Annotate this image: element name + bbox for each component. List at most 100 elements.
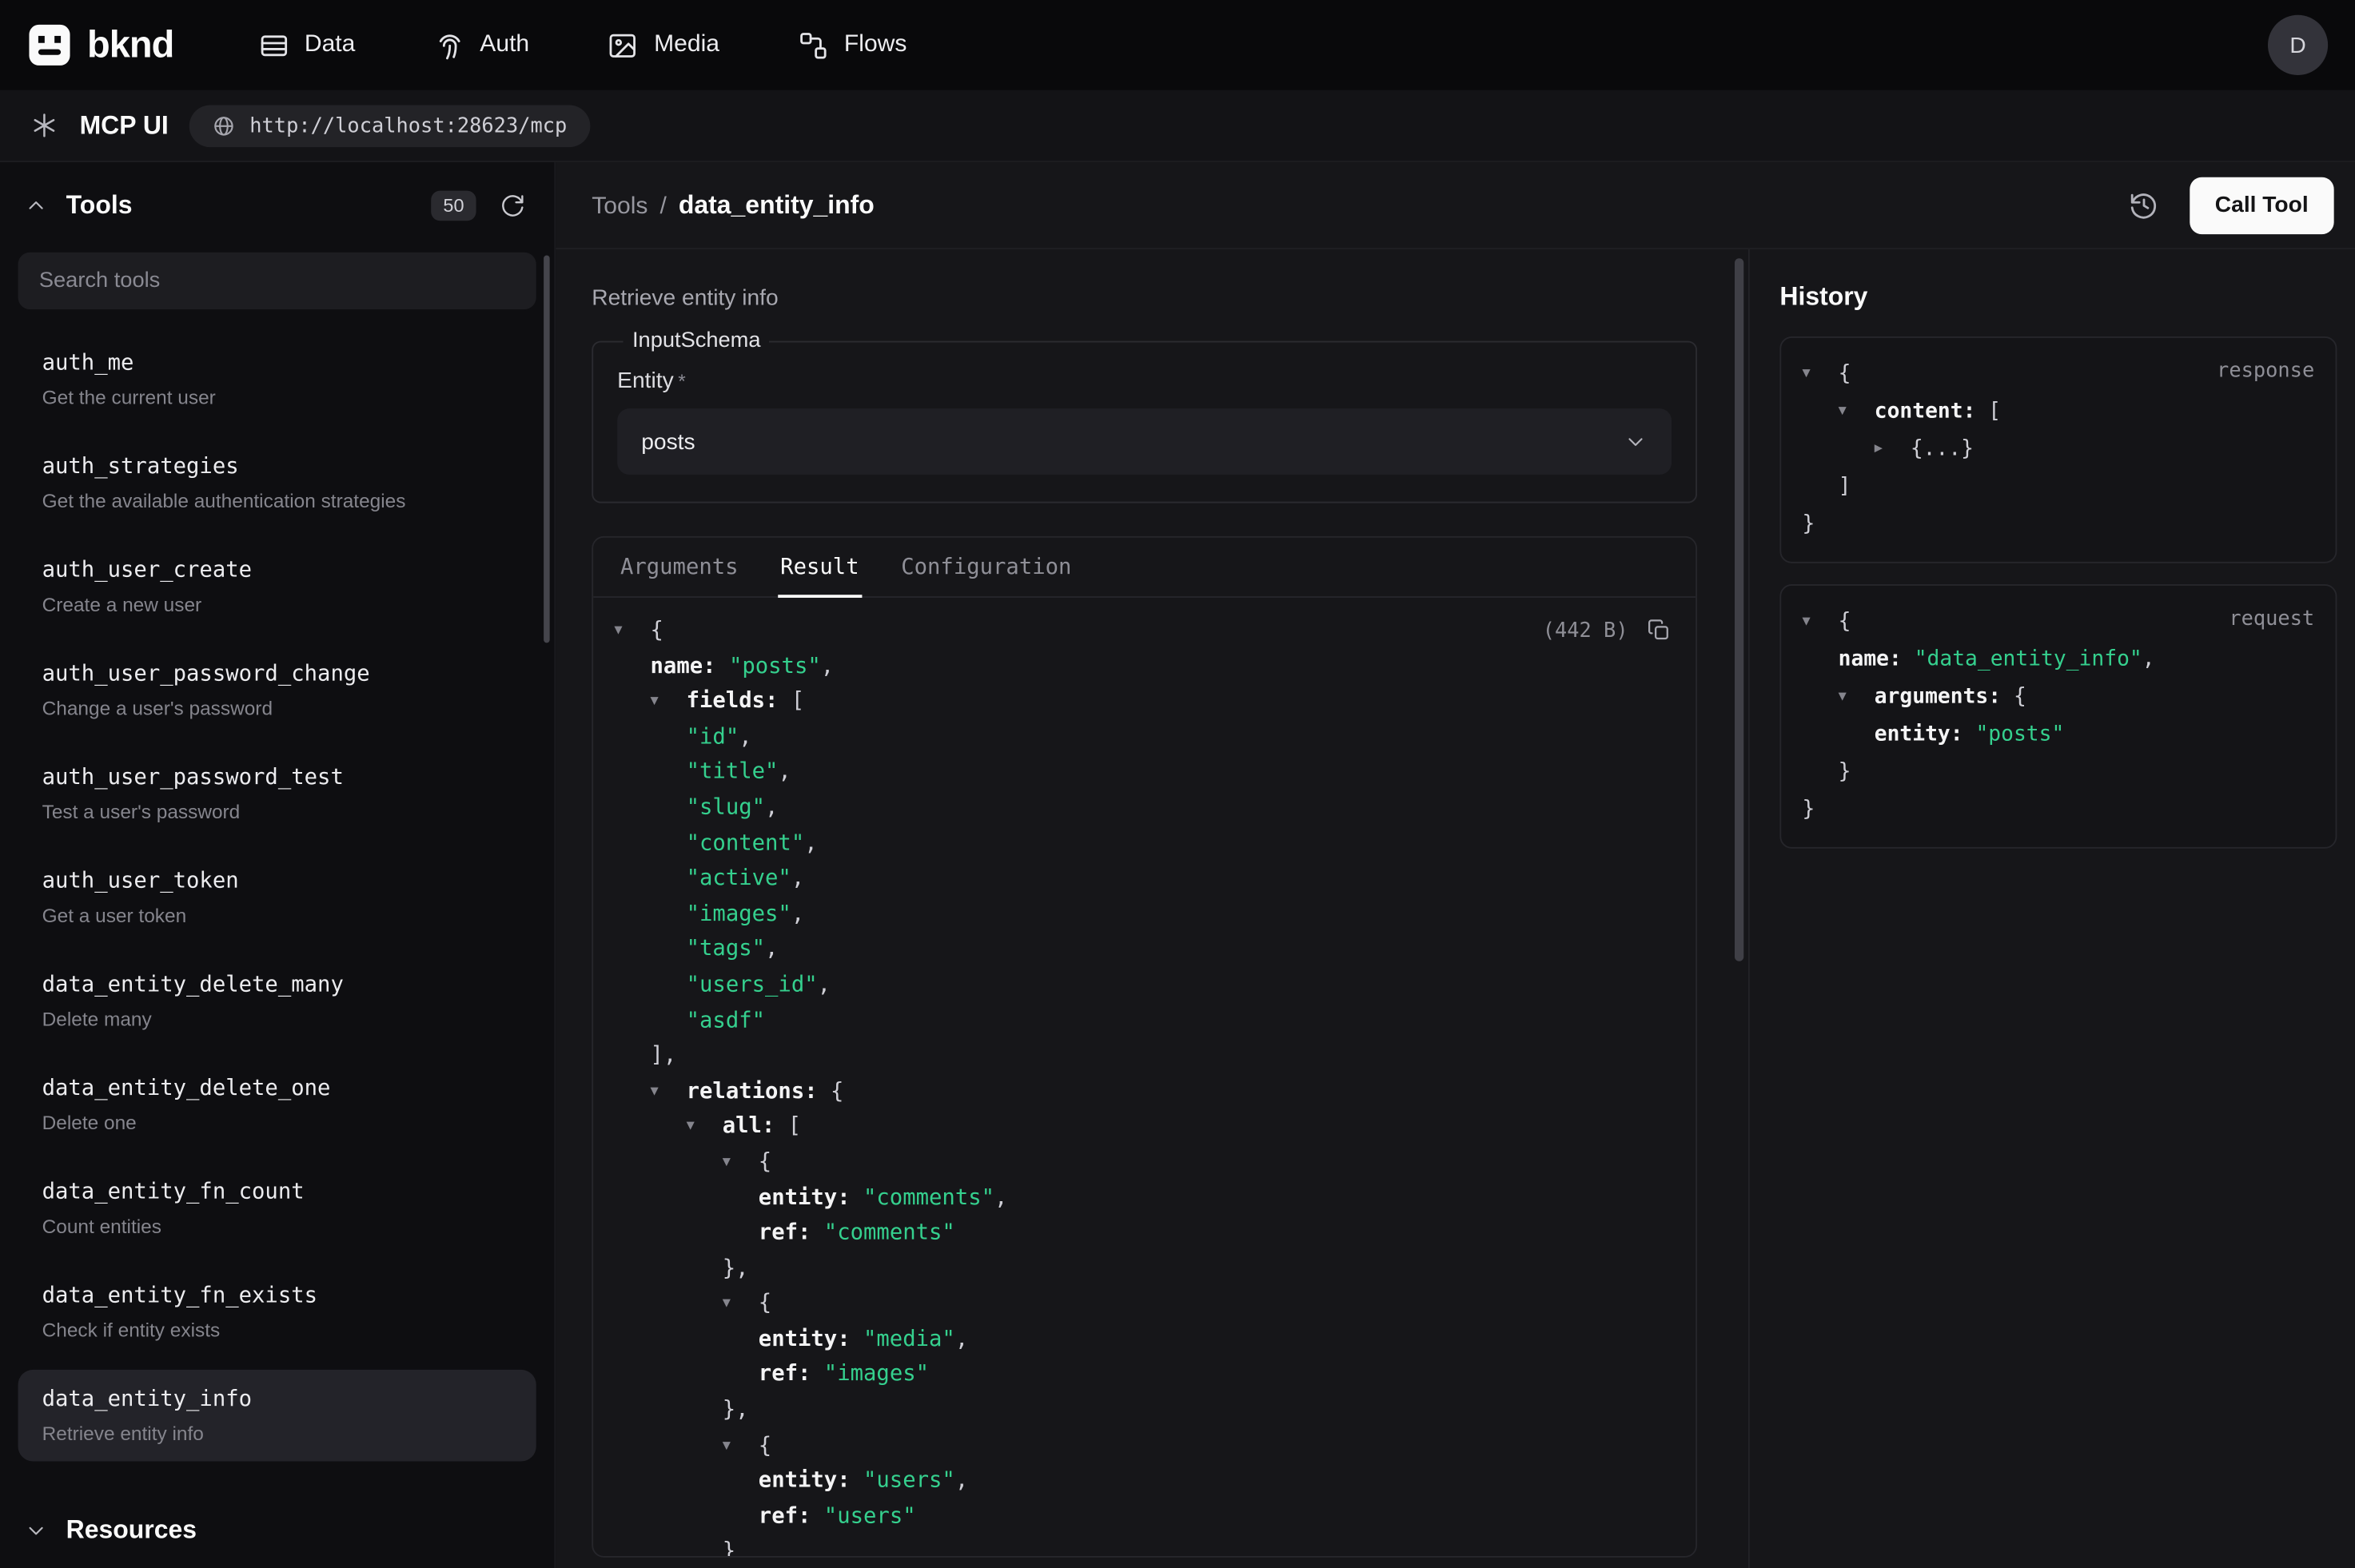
breadcrumb-section[interactable]: Tools xyxy=(592,193,648,220)
nav-item-flows[interactable]: Flows xyxy=(798,30,907,61)
refresh-tools-button[interactable] xyxy=(494,188,530,224)
tab-configuration[interactable]: Configuration xyxy=(898,538,1074,596)
collapse-toggle-icon[interactable]: ▼ xyxy=(723,1287,759,1323)
nav-label: Auth xyxy=(480,31,529,58)
tool-list-item[interactable]: auth_user_token Get a user token xyxy=(18,852,536,944)
tool-description: Get the available authentication strateg… xyxy=(42,488,512,514)
json-string: "active" xyxy=(687,867,791,891)
nav-item-auth[interactable]: Auth xyxy=(433,30,529,61)
tool-name: data_entity_delete_one xyxy=(42,1074,512,1104)
json-line: entity: "comments", xyxy=(614,1181,1674,1216)
workflow-icon xyxy=(798,30,829,61)
json-line: ▼{ xyxy=(614,1146,1674,1181)
history-entry-type: request xyxy=(2229,607,2314,631)
tool-description: Create a new user xyxy=(42,591,512,617)
json-string: "media" xyxy=(851,1327,955,1351)
result-json-tree: ▼{name: "posts",▼fields: ["id","title","… xyxy=(614,615,1674,1558)
sidebar-scrollbar[interactable] xyxy=(544,255,550,643)
json-punct: } xyxy=(723,1540,735,1558)
json-string: "users" xyxy=(811,1505,915,1529)
tool-list-item[interactable]: data_entity_info Retrieve entity info xyxy=(18,1370,536,1462)
history-entry-request[interactable]: request ▼{name: "data_entity_info",▼argu… xyxy=(1779,584,2337,849)
json-key: name: xyxy=(1839,647,1902,671)
resources-section-title: Resources xyxy=(66,1515,197,1546)
json-string: "data_entity_info" xyxy=(1902,647,2142,671)
history-entry-response[interactable]: response ▼{▼content: [▶{...}]} xyxy=(1779,336,2337,563)
tool-list-item[interactable]: data_entity_delete_many Delete many xyxy=(18,955,536,1047)
json-punct: { xyxy=(1839,362,1851,386)
entity-select[interactable]: posts xyxy=(617,408,1672,475)
breadcrumb-separator: / xyxy=(659,193,666,220)
tool-list: auth_me Get the current user auth_strate… xyxy=(0,324,554,1493)
json-punct: , xyxy=(955,1469,968,1493)
json-string: "tags" xyxy=(687,937,765,961)
tool-list-item[interactable]: auth_user_password_test Test a user's pa… xyxy=(18,748,536,840)
json-key: name: xyxy=(651,655,716,679)
json-string: "users" xyxy=(851,1469,955,1493)
collapse-toggle-icon[interactable]: ▼ xyxy=(723,1146,759,1181)
tab-arguments[interactable]: Arguments xyxy=(617,538,741,596)
image-icon xyxy=(608,30,639,61)
breadcrumb: Tools / data_entity_info xyxy=(592,190,875,221)
collapse-toggle-icon[interactable]: ▼ xyxy=(651,685,687,720)
nav-item-media[interactable]: Media xyxy=(608,30,719,61)
collapse-toggle-icon[interactable]: ▼ xyxy=(1839,393,1875,431)
tool-name: auth_me xyxy=(42,348,512,379)
collapse-toggle-icon[interactable]: ▼ xyxy=(723,1429,759,1464)
tool-list-item[interactable]: auth_strategies Get the available authen… xyxy=(18,437,536,529)
copy-icon[interactable] xyxy=(1646,617,1672,643)
brand[interactable]: bknd xyxy=(27,22,174,67)
tab-result[interactable]: Result xyxy=(777,538,862,596)
tool-list-item[interactable]: data_entity_fn_count Count entities xyxy=(18,1163,536,1255)
chevron-down-icon xyxy=(1624,429,1648,453)
json-line: "title", xyxy=(614,756,1674,791)
json-punct: { xyxy=(2001,685,2026,709)
nav-item-data[interactable]: Data xyxy=(258,30,356,61)
history-title: History xyxy=(1779,282,2337,312)
chevron-up-icon[interactable] xyxy=(24,193,48,217)
expand-toggle-icon[interactable]: ▶ xyxy=(1875,431,1911,468)
json-string: "slug" xyxy=(687,796,765,820)
entity-select-value: posts xyxy=(641,429,695,455)
collapse-toggle-icon[interactable]: ▼ xyxy=(651,1075,687,1110)
json-line: ▶{...} xyxy=(1803,431,2315,468)
search-tools-input[interactable] xyxy=(18,253,536,309)
json-key: entity: xyxy=(759,1186,851,1210)
collapse-toggle-icon[interactable]: ▼ xyxy=(1803,603,1839,641)
json-line: entity: "media", xyxy=(614,1323,1674,1358)
nav-label: Flows xyxy=(844,31,907,58)
json-line: ref: "comments" xyxy=(614,1216,1674,1252)
json-punct: } xyxy=(1803,512,1815,536)
call-tool-button[interactable]: Call Tool xyxy=(2190,177,2334,233)
tool-list-item[interactable]: data_entity_fn_exists Check if entity ex… xyxy=(18,1266,536,1358)
required-mark: * xyxy=(678,369,686,392)
result-pane: (442 B) ▼{name: "posts",▼fields: ["id","… xyxy=(593,598,1696,1558)
json-line: ref: "images" xyxy=(614,1359,1674,1394)
history-icon[interactable] xyxy=(2120,181,2168,229)
json-punct: { xyxy=(759,1434,771,1458)
collapse-toggle-icon[interactable]: ▼ xyxy=(614,615,650,650)
json-line: ▼{ xyxy=(614,1287,1674,1323)
request-json-tree: ▼{name: "data_entity_info",▼arguments: {… xyxy=(1803,603,2315,829)
tool-name: data_entity_fn_count xyxy=(42,1177,512,1208)
resources-section-header[interactable]: Resources xyxy=(0,1493,554,1568)
tool-list-item[interactable]: auth_user_create Create a new user xyxy=(18,541,536,633)
json-punct: { xyxy=(759,1292,771,1316)
top-navbar: bknd Data Auth Media xyxy=(0,0,2355,90)
user-avatar[interactable]: D xyxy=(2268,15,2328,75)
tool-list-item[interactable]: auth_user_password_change Change a user'… xyxy=(18,644,536,736)
json-line: "asdf" xyxy=(614,1004,1674,1039)
tool-list-item[interactable]: auth_me Get the current user xyxy=(18,333,536,425)
json-line: "id", xyxy=(614,721,1674,756)
json-string: "comments" xyxy=(851,1186,994,1210)
input-schema-fieldset: InputSchema Entity* posts xyxy=(592,329,1697,503)
collapse-toggle-icon[interactable]: ▼ xyxy=(1839,679,1875,716)
mcp-endpoint-pill[interactable]: http://localhost:28623/mcp xyxy=(189,105,589,147)
json-punct: }, xyxy=(723,1399,749,1423)
collapse-toggle-icon[interactable]: ▼ xyxy=(687,1110,723,1145)
tool-list-item[interactable]: data_entity_delete_one Delete one xyxy=(18,1059,536,1151)
main-scrollbar-thumb[interactable] xyxy=(1735,258,1743,961)
json-line: ▼{ xyxy=(614,615,1674,650)
chevron-down-icon xyxy=(24,1518,48,1542)
collapse-toggle-icon[interactable]: ▼ xyxy=(1803,356,1839,393)
